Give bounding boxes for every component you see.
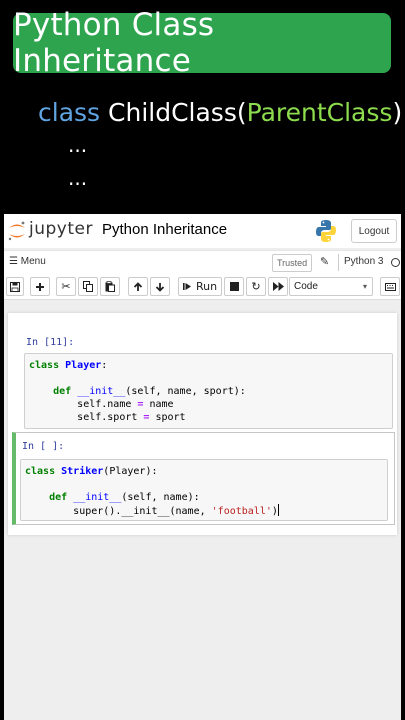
cell-prompt: In [11]: xyxy=(26,337,75,348)
code-line: self.sport = sport xyxy=(77,412,186,423)
menu-bar: ☰ Menu Trusted ✎ Python 3 xyxy=(4,250,401,276)
syntax-line: class ChildClass(ParentClass): xyxy=(38,98,405,127)
code-line: class Player: xyxy=(29,360,108,371)
syntax-class-keyword: class xyxy=(38,98,101,127)
stop-icon xyxy=(229,282,239,291)
notebook-name[interactable]: Python Inheritance xyxy=(102,221,227,238)
kernel-status-icon xyxy=(391,258,400,267)
fast-forward-icon xyxy=(272,282,284,291)
run-icon xyxy=(182,283,191,290)
hamburger-icon: ☰ xyxy=(9,256,18,267)
copy-button[interactable] xyxy=(78,277,98,296)
syntax-ellipsis-2: ... xyxy=(68,166,88,190)
code-line: super().__init__(name, 'football') xyxy=(73,504,279,517)
code-line: def __init__(self, name, sport): xyxy=(53,386,246,397)
jupyter-window: jupyter Python Inheritance Logout ☰ Menu… xyxy=(4,214,401,720)
move-up-button[interactable] xyxy=(128,277,148,296)
syntax-open-paren: ( xyxy=(236,98,247,127)
kernel-name: Python 3 xyxy=(344,256,384,267)
code-cell[interactable]: In [11]: class Player: def __init__(self… xyxy=(12,331,395,431)
save-icon xyxy=(10,281,20,292)
cell-input[interactable]: class Player: def __init__(self, name, s… xyxy=(24,353,393,429)
cut-button[interactable]: ✂ xyxy=(56,277,76,296)
code-cell-selected[interactable]: In [ ]: class Striker(Player): def __ini… xyxy=(12,432,395,525)
stop-button[interactable] xyxy=(224,277,244,296)
notebook-page: In [11]: class Player: def __init__(self… xyxy=(8,313,397,535)
jupyter-header: jupyter Python Inheritance Logout xyxy=(4,214,401,248)
edit-pencil-icon[interactable]: ✎ xyxy=(320,255,329,268)
move-down-icon xyxy=(155,282,165,292)
text-cursor xyxy=(277,504,279,516)
move-down-button[interactable] xyxy=(150,277,170,296)
cut-icon: ✂ xyxy=(61,280,71,293)
move-up-icon xyxy=(133,281,143,291)
save-button[interactable] xyxy=(6,277,24,296)
cell-prompt: In [ ]: xyxy=(22,441,65,452)
restart-run-all-button[interactable] xyxy=(268,277,288,296)
jupyter-logo-icon xyxy=(8,221,25,241)
restart-button[interactable]: ↻ xyxy=(246,277,266,296)
run-button[interactable]: Run xyxy=(178,277,222,296)
title-text: Python Class Inheritance xyxy=(13,7,215,79)
paste-icon xyxy=(105,281,115,292)
code-line: class Striker(Player): xyxy=(25,466,158,477)
code-line: def __init__(self, name): xyxy=(49,492,200,503)
code-line: self.name = name xyxy=(77,399,174,410)
kernel-divider xyxy=(338,254,339,271)
syntax-parent-class: ParentClass xyxy=(246,98,393,127)
restart-icon: ↻ xyxy=(251,280,261,293)
syntax-child-class: ChildClass xyxy=(108,98,237,127)
logout-button[interactable]: Logout xyxy=(351,219,397,243)
syntax-ellipsis-1: ... xyxy=(68,133,88,157)
cell-type-value: Code xyxy=(294,281,318,292)
add-cell-icon xyxy=(36,282,44,291)
cell-type-select[interactable]: Code ▾ xyxy=(289,277,373,296)
trusted-indicator[interactable]: Trusted xyxy=(272,254,313,272)
syntax-close: ): xyxy=(392,98,405,127)
add-cell-button[interactable] xyxy=(30,277,50,296)
python-logo-icon xyxy=(316,220,336,242)
copy-icon xyxy=(83,281,93,292)
jupyter-logo-text: jupyter xyxy=(29,219,93,239)
cell-input[interactable]: class Striker(Player): def __init__(self… xyxy=(20,459,388,521)
run-label: Run xyxy=(195,280,218,293)
menu-label: Menu xyxy=(20,256,46,267)
paste-button[interactable] xyxy=(100,277,120,296)
menu-toggle[interactable]: ☰ Menu xyxy=(9,256,46,267)
command-palette-button[interactable] xyxy=(380,277,400,296)
title-banner: Python Class Inheritance xyxy=(13,7,391,79)
keyboard-icon xyxy=(384,282,396,291)
chevron-down-icon: ▾ xyxy=(362,282,367,291)
toolbar: ✂ Run ↻ Code ▾ xyxy=(4,275,401,300)
